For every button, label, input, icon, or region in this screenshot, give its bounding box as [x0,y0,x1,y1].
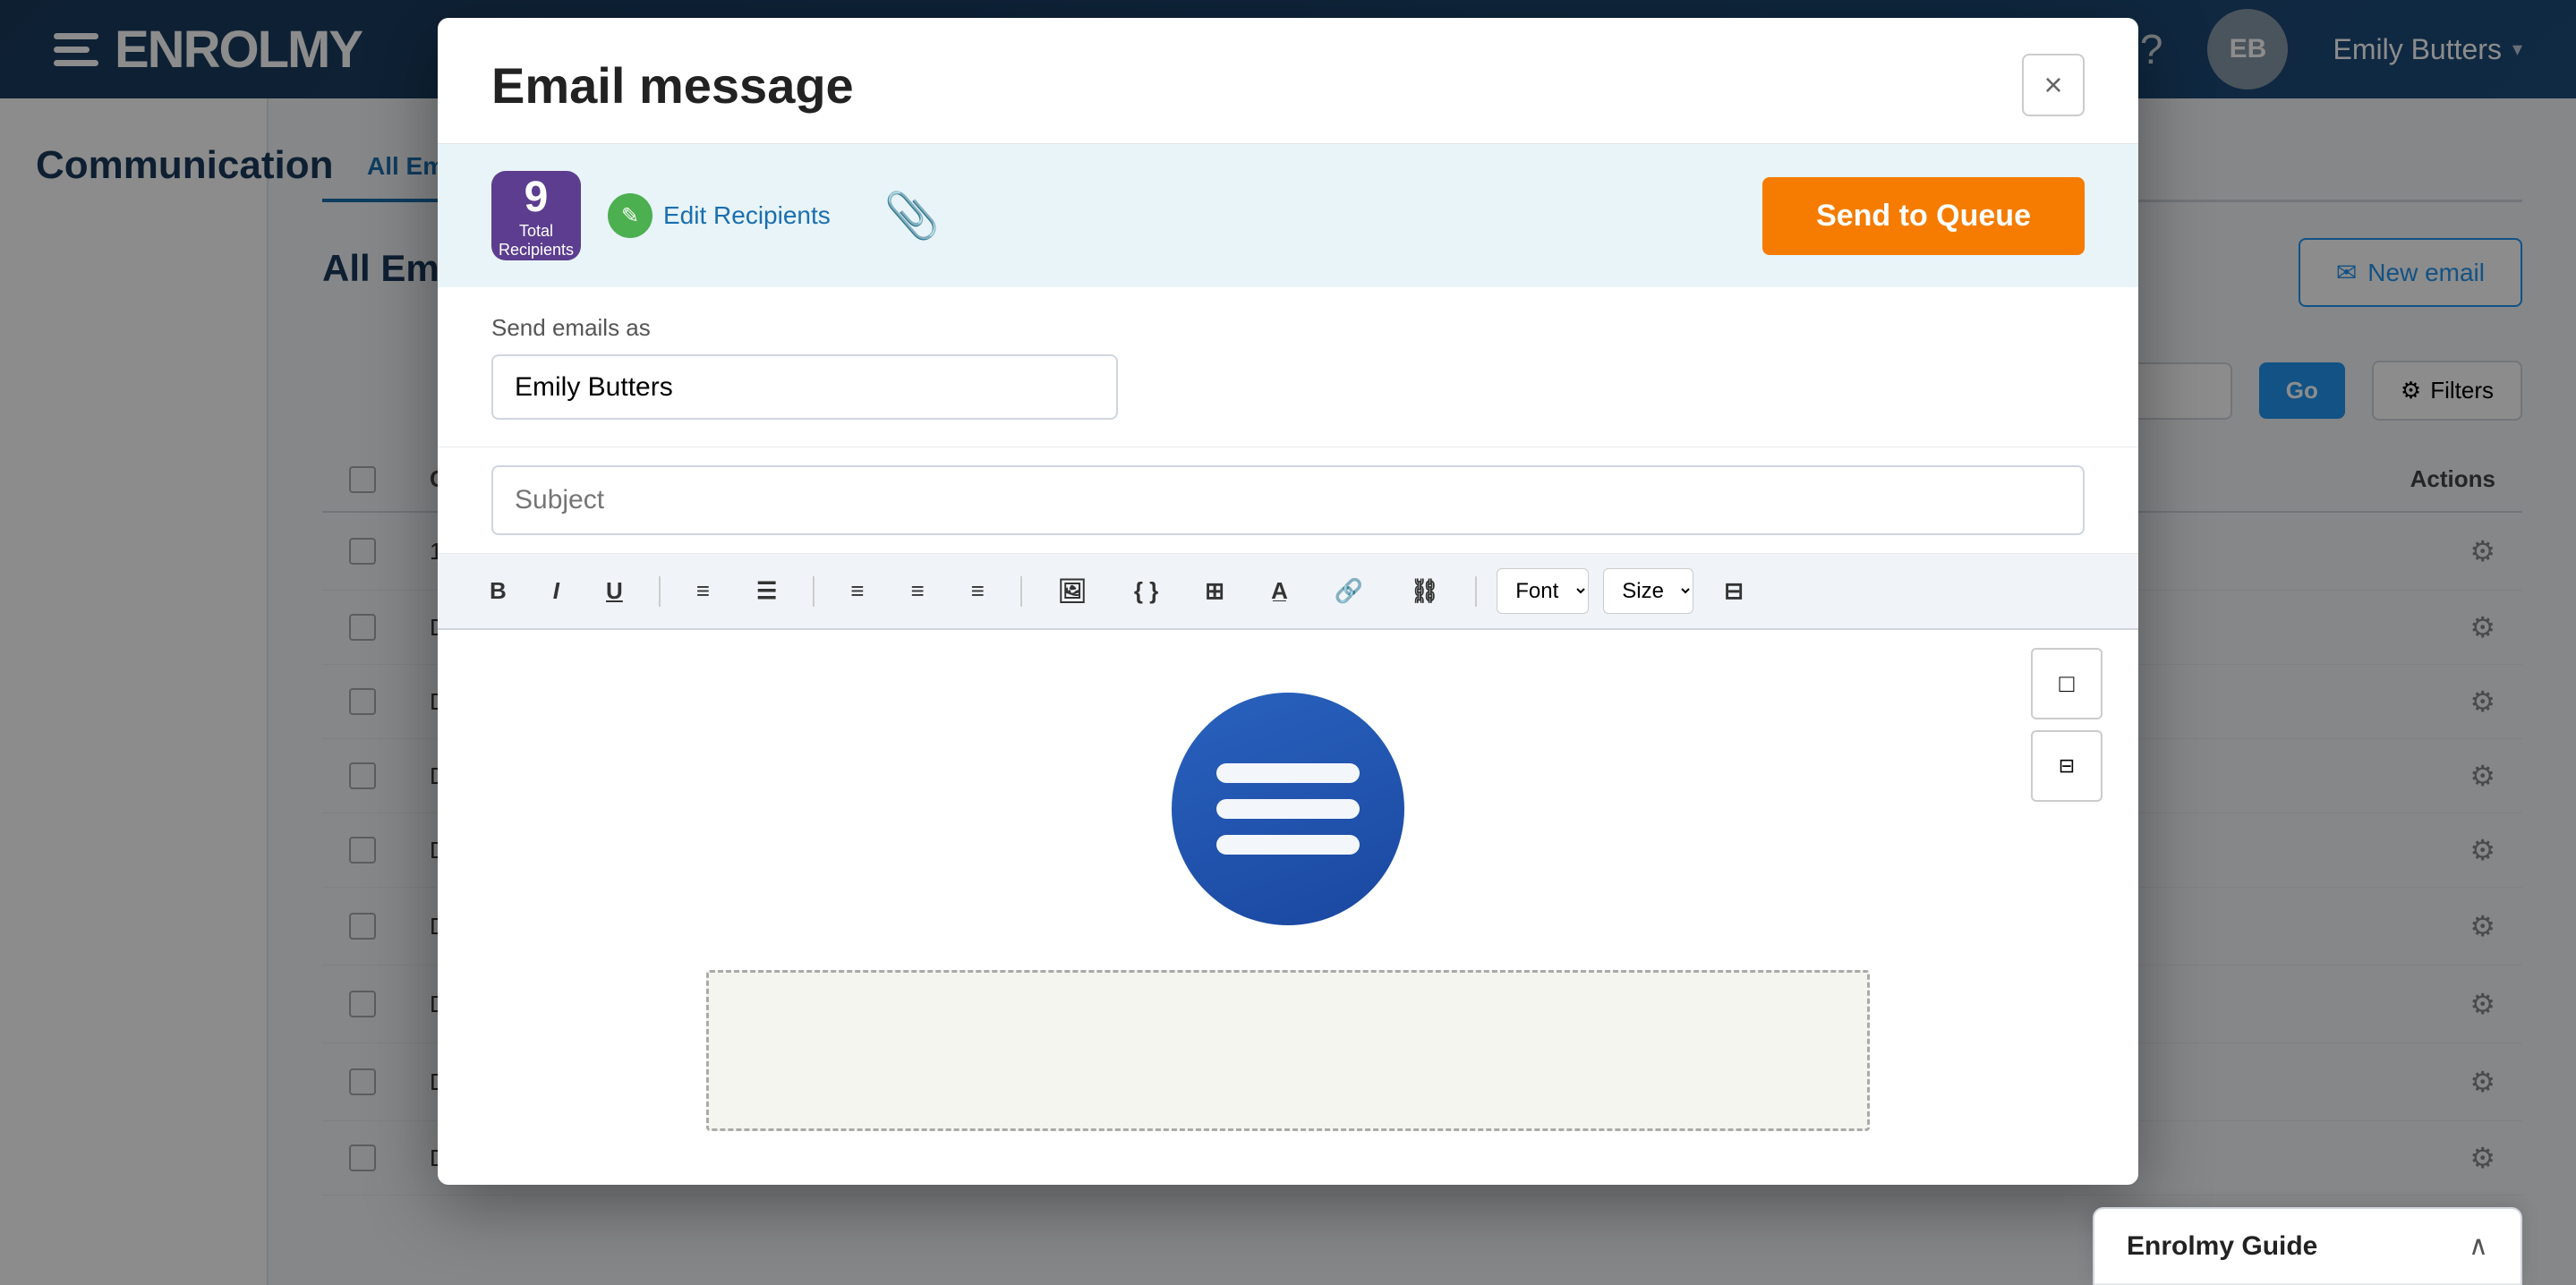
highlight-button[interactable]: A̲ [1255,568,1304,614]
recipients-bar: 9 Total Recipients ✎ Edit Recipients 📎 S… [438,144,2138,287]
layout-tools: □ ⊟ [2031,648,2103,802]
link-button[interactable]: 🔗 [1318,568,1379,614]
toolbar-separator [1020,576,1022,607]
guide-toggle-button[interactable]: ∧ [2469,1230,2488,1262]
edit-icon: ✎ [608,193,653,238]
subject-input[interactable] [491,465,2085,535]
modal-title: Email message [491,56,854,115]
modal-header: Email message × [438,18,2138,144]
editor-logo-line-1 [1216,763,1360,783]
image-button[interactable]: 🖼 [1042,568,1104,614]
recipients-left: 9 Total Recipients ✎ Edit Recipients 📎 [491,171,940,260]
align-center-button[interactable]: ≡ [894,568,940,614]
italic-button[interactable]: I [537,568,576,614]
modal-overlay[interactable]: Email message × 9 Total Recipients ✎ Edi… [0,0,2576,1285]
code-button[interactable]: { } [1118,568,1174,614]
toolbar-separator [1475,576,1477,607]
from-select[interactable]: Emily Butters [491,354,1118,420]
align-left-button[interactable]: ≡ [834,568,880,614]
editor-logo-line-3 [1216,835,1360,855]
white-block-button[interactable]: □ [2031,648,2103,719]
editor-content-box[interactable] [706,970,1870,1131]
edit-recipients-button[interactable]: ✎ Edit Recipients [608,193,831,238]
guide-panel: Enrolmy Guide ∧ [2093,1207,2522,1285]
email-modal: Email message × 9 Total Recipients ✎ Edi… [438,18,2138,1185]
grid-button[interactable]: ⊟ [2031,730,2103,802]
editor-logo-line-2 [1216,799,1360,819]
from-row: Send emails as Emily Butters [438,287,2138,447]
source-button[interactable]: ⊟ [1708,568,1760,614]
underline-button[interactable]: U [590,568,639,614]
editor-logo-area [1172,693,1404,925]
recipients-badge: 9 Total Recipients [491,171,581,260]
subject-row [438,447,2138,554]
align-right-button[interactable]: ≡ [955,568,1001,614]
unlink-button[interactable]: ⛓ [1394,568,1455,614]
attachment-icon[interactable]: 📎 [884,190,940,243]
guide-header: Enrolmy Guide ∧ [2094,1209,2521,1285]
unordered-list-button[interactable]: ☰ [740,568,793,614]
editor-logo-circle [1172,693,1404,925]
bold-button[interactable]: B [473,568,523,614]
size-select[interactable]: Size [1603,568,1693,614]
ordered-list-button[interactable]: ≡ [680,568,726,614]
app-wrapper: ENROLMY 🔔 ? EB Emily Butters ▾ Communica… [0,0,2576,1285]
from-select-wrapper: Emily Butters [491,354,1118,420]
toolbar-separator [813,576,815,607]
editor-toolbar: B I U ≡ ☰ ≡ ≡ ≡ 🖼 { } ⊞ A̲ 🔗 ⛓ Font [438,554,2138,630]
editor-body[interactable]: □ ⊟ [438,630,2138,1185]
font-select[interactable]: Font [1497,568,1589,614]
table-button[interactable]: ⊞ [1189,568,1241,614]
send-to-queue-button[interactable]: Send to Queue [1762,177,2085,255]
toolbar-separator [659,576,661,607]
guide-title: Enrolmy Guide [2127,1231,2317,1262]
modal-close-button[interactable]: × [2022,54,2085,116]
